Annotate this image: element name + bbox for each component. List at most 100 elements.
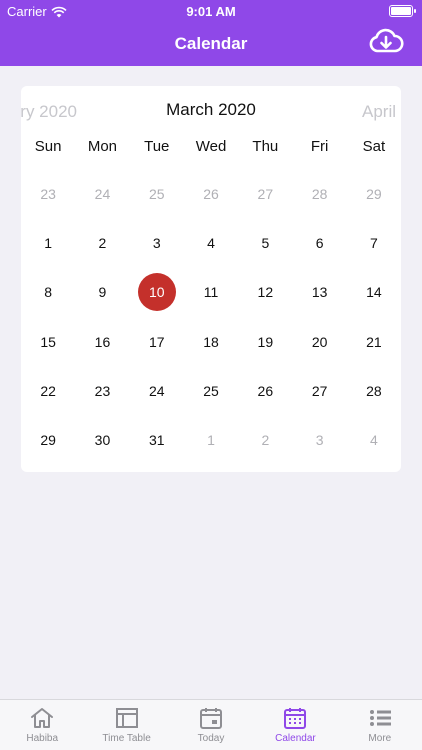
calendar-week-row: 22 23 24 25 26 27 28: [21, 366, 401, 415]
calendar-day-number: 23: [94, 382, 111, 399]
calendar-day-number: 1: [44, 234, 53, 251]
calendar-day[interactable]: 3: [292, 415, 346, 464]
calendar-day-number: 28: [366, 382, 382, 399]
calendar-day[interactable]: 27: [292, 366, 346, 415]
calendar-day[interactable]: 16: [75, 317, 129, 366]
calendar-day[interactable]: 26: [238, 366, 292, 415]
calendar-day-number: 9: [98, 284, 107, 301]
calendar-day[interactable]: 2: [238, 415, 292, 464]
calendar-icon: [284, 708, 307, 729]
calendar-day[interactable]: 28: [347, 366, 401, 415]
home-icon: [31, 708, 54, 728]
calendar-day[interactable]: 21: [347, 317, 401, 366]
tab-habiba[interactable]: Habiba: [0, 700, 84, 750]
calendar-day[interactable]: 14: [347, 268, 401, 317]
calendar-day-number: 18: [203, 333, 219, 350]
tab-label: Calendar: [275, 733, 316, 744]
calendar-week-row: 15 16 17 18 19 20 21: [21, 317, 401, 366]
calendar-day-number: 23: [40, 185, 56, 202]
calendar-day[interactable]: 23: [75, 366, 129, 415]
header: Carrier 9:01 AM Calendar: [0, 0, 422, 66]
calendar-day[interactable]: 29: [21, 415, 75, 464]
calendar-card: ry 2020 March 2020 April Sun Mon Tue Wed…: [21, 86, 401, 472]
calendar-day[interactable]: 11: [184, 268, 238, 317]
weekday-label: Thu: [252, 138, 279, 155]
calendar-week-row: 8 9 10 11 12 13 14: [21, 268, 401, 317]
calendar-day-number: 25: [203, 382, 219, 399]
weekday-label: Tue: [144, 138, 170, 155]
calendar-day[interactable]: 6: [292, 218, 346, 267]
calendar-day[interactable]: 31: [130, 415, 184, 464]
calendar-day[interactable]: 26: [184, 169, 238, 218]
battery-icon: [389, 5, 416, 17]
day-grid: 23 24 25 26 27 28 29 1 2 3 4 5 6 7 8 9 10 11 12 13 14 15 16 17 1…: [21, 169, 401, 465]
calendar-day-number: 4: [370, 432, 378, 449]
calendar-day-number: 14: [366, 284, 382, 301]
tab-today[interactable]: Today: [169, 700, 253, 750]
page-title: Calendar: [174, 34, 248, 53]
calendar-day-selected[interactable]: 10: [130, 268, 184, 317]
calendar-day-number: 13: [311, 284, 328, 301]
calendar-day-number: 11: [203, 284, 219, 301]
calendar-week-row: 1 2 3 4 5 6 7: [21, 218, 401, 267]
weekday-label: Mon: [87, 138, 118, 155]
calendar-day-number: 12: [257, 284, 274, 301]
weekday-header: Sun Mon Tue Wed Thu Fri Sat: [21, 138, 401, 155]
calendar-day[interactable]: 12: [238, 268, 292, 317]
calendar-day-number: 7: [370, 234, 378, 251]
calendar-day[interactable]: 28: [292, 169, 346, 218]
calendar-day[interactable]: 1: [184, 415, 238, 464]
calendar-day[interactable]: 30: [75, 415, 129, 464]
calendar-day-number: 25: [148, 185, 165, 202]
calendar-day[interactable]: 24: [75, 169, 129, 218]
calendar-day[interactable]: 7: [347, 218, 401, 267]
calendar-day[interactable]: 9: [75, 268, 129, 317]
calendar-day[interactable]: 25: [130, 169, 184, 218]
calendar-day[interactable]: 8: [21, 268, 75, 317]
calendar-week-row: 23 24 25 26 27 28 29: [21, 169, 401, 218]
calendar-day-number: 24: [94, 185, 111, 202]
list-icon: [369, 710, 391, 726]
month-header: ry 2020 March 2020 April: [21, 100, 401, 124]
calendar-day-number: 8: [44, 284, 53, 301]
calendar-day[interactable]: 25: [184, 366, 238, 415]
calendar-day-number: 16: [94, 333, 111, 350]
calendar-day[interactable]: 27: [238, 169, 292, 218]
calendar-day[interactable]: 17: [130, 317, 184, 366]
calendar-day[interactable]: 22: [21, 366, 75, 415]
tab-calendar[interactable]: Calendar: [253, 700, 337, 750]
calendar-day[interactable]: 18: [184, 317, 238, 366]
cloud-download-button[interactable]: [368, 27, 404, 57]
tab-label: Today: [197, 733, 225, 744]
calendar-day[interactable]: 20: [292, 317, 346, 366]
calendar-day-number: 19: [257, 333, 274, 350]
calendar-day[interactable]: 23: [21, 169, 75, 218]
calendar-day[interactable]: 19: [238, 317, 292, 366]
next-month-label[interactable]: April: [362, 102, 396, 122]
calendar-day[interactable]: 15: [21, 317, 75, 366]
status-bar: Carrier 9:01 AM: [0, 0, 422, 22]
tab-label: Time Table: [102, 733, 151, 744]
calendar-day[interactable]: 3: [130, 218, 184, 267]
calendar-day-number: 2: [261, 432, 270, 449]
status-time: 9:01 AM: [186, 4, 236, 19]
table-icon: [115, 708, 138, 728]
calendar-day[interactable]: 1: [21, 218, 75, 267]
calendar-day[interactable]: 4: [347, 415, 401, 464]
calendar-day[interactable]: 4: [184, 218, 238, 267]
tab-time-table[interactable]: Time Table: [84, 700, 168, 750]
calendar-day[interactable]: 5: [238, 218, 292, 267]
calendar-day-number: 20: [311, 333, 328, 350]
calendar-day[interactable]: 24: [130, 366, 184, 415]
calendar-day-number: 26: [203, 185, 219, 202]
calendar-day-number: 15: [40, 333, 56, 350]
calendar-day-number: 24: [148, 382, 165, 399]
today-calendar-icon: [200, 708, 223, 729]
tab-more[interactable]: More: [338, 700, 422, 750]
calendar-day-number: 27: [257, 185, 274, 202]
calendar-day[interactable]: 29: [347, 169, 401, 218]
current-month-label: March 2020: [166, 100, 256, 119]
calendar-day[interactable]: 2: [75, 218, 129, 267]
calendar-day-number: 6: [315, 234, 324, 251]
calendar-day[interactable]: 13: [292, 268, 346, 317]
